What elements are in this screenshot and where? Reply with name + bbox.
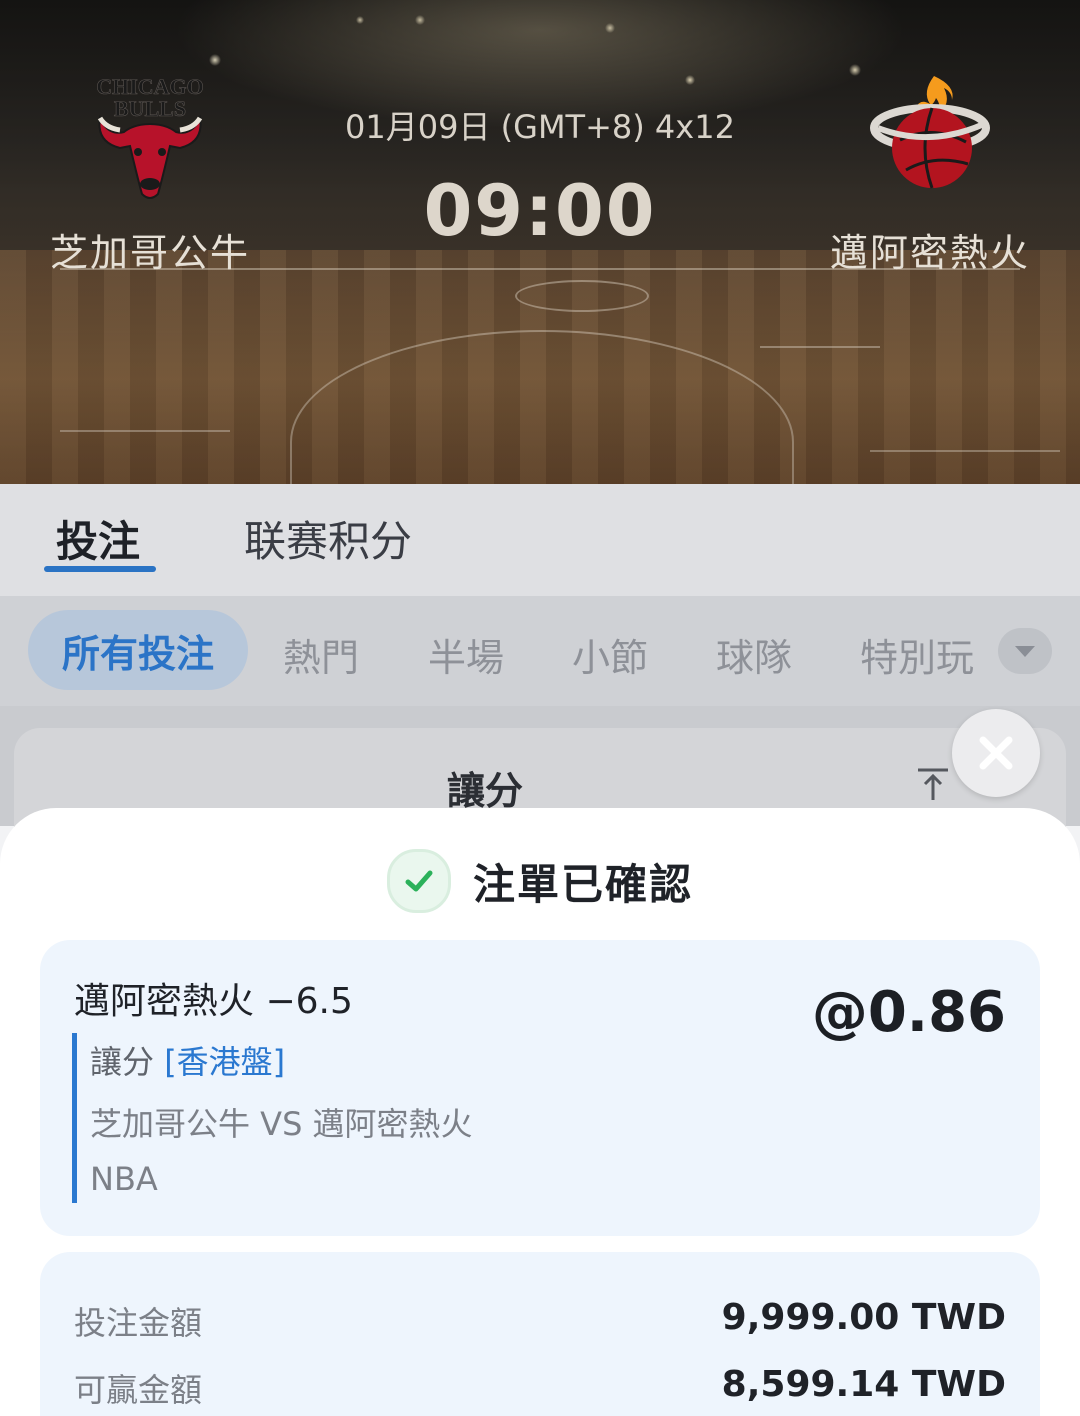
potential-win-label: 可贏金額 (74, 1371, 203, 1409)
subtab-popular[interactable]: 熱門 (283, 627, 359, 682)
match-time: 09:00 (423, 170, 657, 252)
potential-win-value: 8,599.14 TWD (721, 1364, 1006, 1405)
check-icon (386, 849, 451, 913)
bet-market-name: 讓分 (90, 1043, 155, 1081)
stake-value: 9,999.00 TWD (721, 1297, 1006, 1338)
subtab-half[interactable]: 半場 (428, 627, 504, 682)
subtab-all-bets[interactable]: 所有投注 (28, 610, 248, 690)
bet-league: NBA (90, 1160, 158, 1198)
close-button[interactable] (952, 709, 1040, 797)
bet-market-line: 讓分 [香港盤] (90, 1037, 285, 1083)
collapse-to-top-icon[interactable] (914, 766, 952, 802)
stake-label: 投注金額 (74, 1304, 203, 1342)
page: CHICAGO BULLS 芝加哥公牛 01月09日 (GMT+8) 4x12 … (0, 0, 1080, 1416)
away-team-name: 邁阿密熱火 (829, 231, 1030, 275)
bet-odds: @0.86 (811, 980, 1006, 1045)
match-info: 01月09日 (GMT+8) 4x12 09:00 (290, 102, 790, 252)
confirmation-title: 注單已確認 (472, 859, 693, 909)
subtab-special[interactable]: 特別玩 (860, 627, 974, 682)
chicago-bulls-logo: CHICAGO BULLS (96, 74, 204, 199)
bet-selection: 邁阿密熱火 −6.5 (74, 981, 353, 1022)
logo-text-2: BULLS (114, 96, 186, 121)
away-team[interactable]: 邁阿密熱火 (780, 70, 1080, 277)
chevron-down-icon[interactable] (998, 628, 1052, 674)
bet-matchup: 芝加哥公牛 VS 邁阿密熱火 (90, 1105, 473, 1143)
market-title: 讓分 (446, 769, 523, 813)
subtab-team[interactable]: 球隊 (716, 627, 792, 682)
tab-betting[interactable]: 投注 (56, 508, 140, 569)
bet-category-tabs: 所有投注 熱門 半場 小節 球隊 特別玩 (0, 596, 1080, 706)
main-tabs: 投注 联赛积分 (0, 484, 1080, 596)
bet-accent-bar (72, 1033, 77, 1203)
match-hero: CHICAGO BULLS 芝加哥公牛 01月09日 (GMT+8) 4x12 … (0, 0, 1080, 484)
odds-format-tag: [香港盤] (164, 1043, 286, 1081)
active-tab-indicator (44, 566, 156, 572)
miami-heat-logo (870, 76, 990, 189)
match-date: 01月09日 (GMT+8) 4x12 (345, 108, 735, 146)
home-team[interactable]: CHICAGO BULLS 芝加哥公牛 (0, 70, 300, 277)
subtab-quarter[interactable]: 小節 (572, 627, 648, 682)
tab-league-standings[interactable]: 联赛积分 (244, 508, 412, 569)
home-team-name: 芝加哥公牛 (49, 231, 250, 275)
close-icon (979, 736, 1013, 770)
confirmation-header: 注單已確認 (0, 843, 1080, 919)
